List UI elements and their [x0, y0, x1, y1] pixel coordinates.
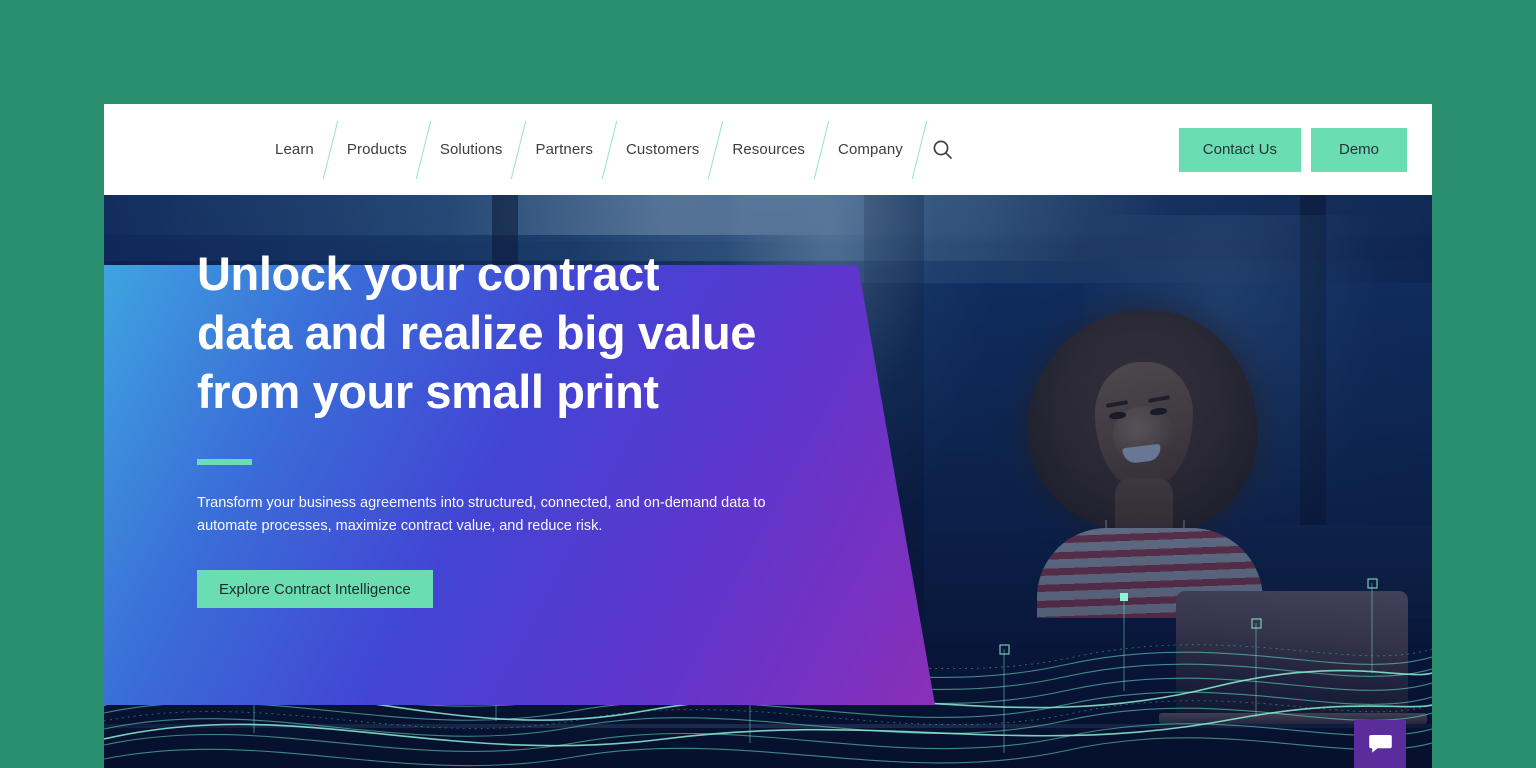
- nav-link-label[interactable]: Customers: [610, 104, 715, 195]
- explore-contract-intelligence-button[interactable]: Explore Contract Intelligence: [197, 570, 433, 608]
- hero-subtitle: Transform your business agreements into …: [197, 492, 777, 538]
- nav-link-label[interactable]: Solutions: [424, 104, 519, 195]
- subtitle-line-2: processes, maximize contract value, and …: [261, 518, 603, 534]
- demo-button[interactable]: Demo: [1310, 127, 1407, 172]
- top-navigation-bar: Learn Products Solutions Partners Custom…: [104, 104, 1432, 195]
- search-icon: [933, 140, 953, 159]
- nav-link-label[interactable]: Resources: [716, 104, 821, 195]
- nav-item-partners[interactable]: Partners: [519, 104, 609, 195]
- nav-link-label[interactable]: Partners: [519, 104, 609, 195]
- chat-widget-button[interactable]: [1354, 720, 1406, 768]
- nav-link-label[interactable]: Products: [331, 104, 423, 195]
- headline-line-2: data and realize big value: [197, 306, 757, 359]
- nav-item-learn[interactable]: Learn: [259, 104, 330, 195]
- nav-link-label[interactable]: Learn: [259, 104, 330, 195]
- chat-bubble-icon: [1368, 735, 1392, 753]
- nav-item-solutions[interactable]: Solutions: [424, 104, 519, 195]
- nav-link-label[interactable]: Company: [822, 104, 919, 195]
- page-title: Unlock your contract data and realize bi…: [197, 244, 857, 421]
- search-button[interactable]: [920, 104, 966, 195]
- contact-us-button[interactable]: Contact Us: [1178, 127, 1301, 172]
- nav-links: Learn Products Solutions Partners Custom…: [259, 104, 966, 195]
- nav-item-resources[interactable]: Resources: [716, 104, 821, 195]
- nav-item-company[interactable]: Company: [822, 104, 919, 195]
- nav-item-customers[interactable]: Customers: [610, 104, 715, 195]
- nav-item-products[interactable]: Products: [331, 104, 423, 195]
- website-page: Unlock your contract data and realize bi…: [104, 104, 1432, 768]
- headline-line-3: from your small print: [197, 365, 659, 418]
- accent-bar: [197, 459, 252, 465]
- nav-cta-group: Contact Us Demo: [1178, 104, 1407, 195]
- headline-line-1: Unlock your contract: [197, 247, 660, 300]
- hero-content: Unlock your contract data and realize bi…: [197, 244, 857, 608]
